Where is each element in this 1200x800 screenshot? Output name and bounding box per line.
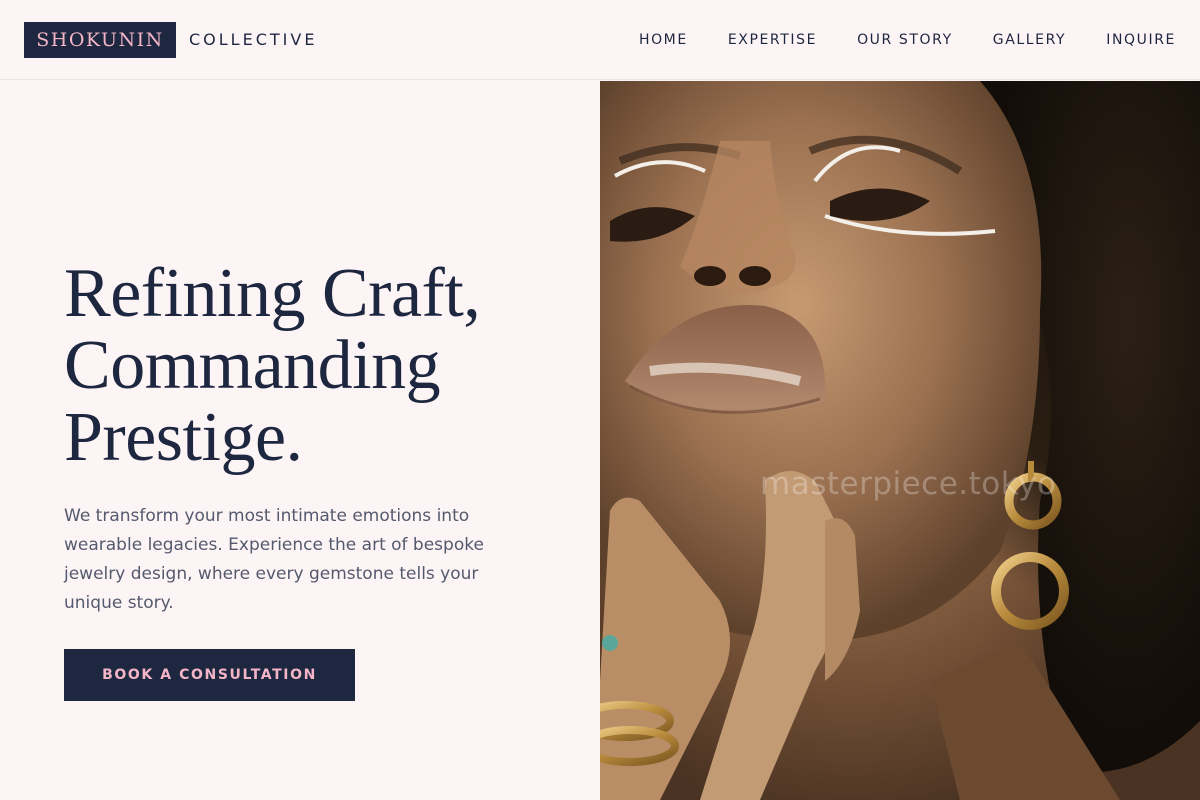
watermark-text: masterpiece.tokyo xyxy=(760,466,1057,502)
logo-mark[interactable]: SHOKUNIN xyxy=(24,22,176,58)
headline-line-2: Commanding xyxy=(64,327,441,404)
nav-inquire[interactable]: INQUIRE xyxy=(1106,32,1176,48)
hero-text: Refining Craft, Commanding Prestige. We … xyxy=(64,258,544,618)
headline-line-3: Prestige. xyxy=(64,399,303,476)
headline-line-1: Refining Craft, xyxy=(64,255,481,332)
nav-gallery[interactable]: GALLERY xyxy=(993,32,1066,48)
nav-expertise[interactable]: EXPERTISE xyxy=(728,32,817,48)
logo-wordmark[interactable]: COLLECTIVE xyxy=(189,30,317,49)
hero-portrait-image xyxy=(600,81,1200,800)
book-consultation-button[interactable]: BOOK A CONSULTATION xyxy=(64,649,355,701)
nav-home[interactable]: HOME xyxy=(639,32,688,48)
main-nav: HOME EXPERTISE OUR STORY GALLERY INQUIRE xyxy=(639,32,1176,48)
hero-headline: Refining Craft, Commanding Prestige. xyxy=(64,258,544,474)
portrait-illustration xyxy=(600,81,1200,800)
hero-description: We transform your most intimate emotions… xyxy=(64,506,484,613)
site-header: SHOKUNIN COLLECTIVE HOME EXPERTISE OUR S… xyxy=(0,0,1200,80)
nav-our-story[interactable]: OUR STORY xyxy=(857,32,953,48)
